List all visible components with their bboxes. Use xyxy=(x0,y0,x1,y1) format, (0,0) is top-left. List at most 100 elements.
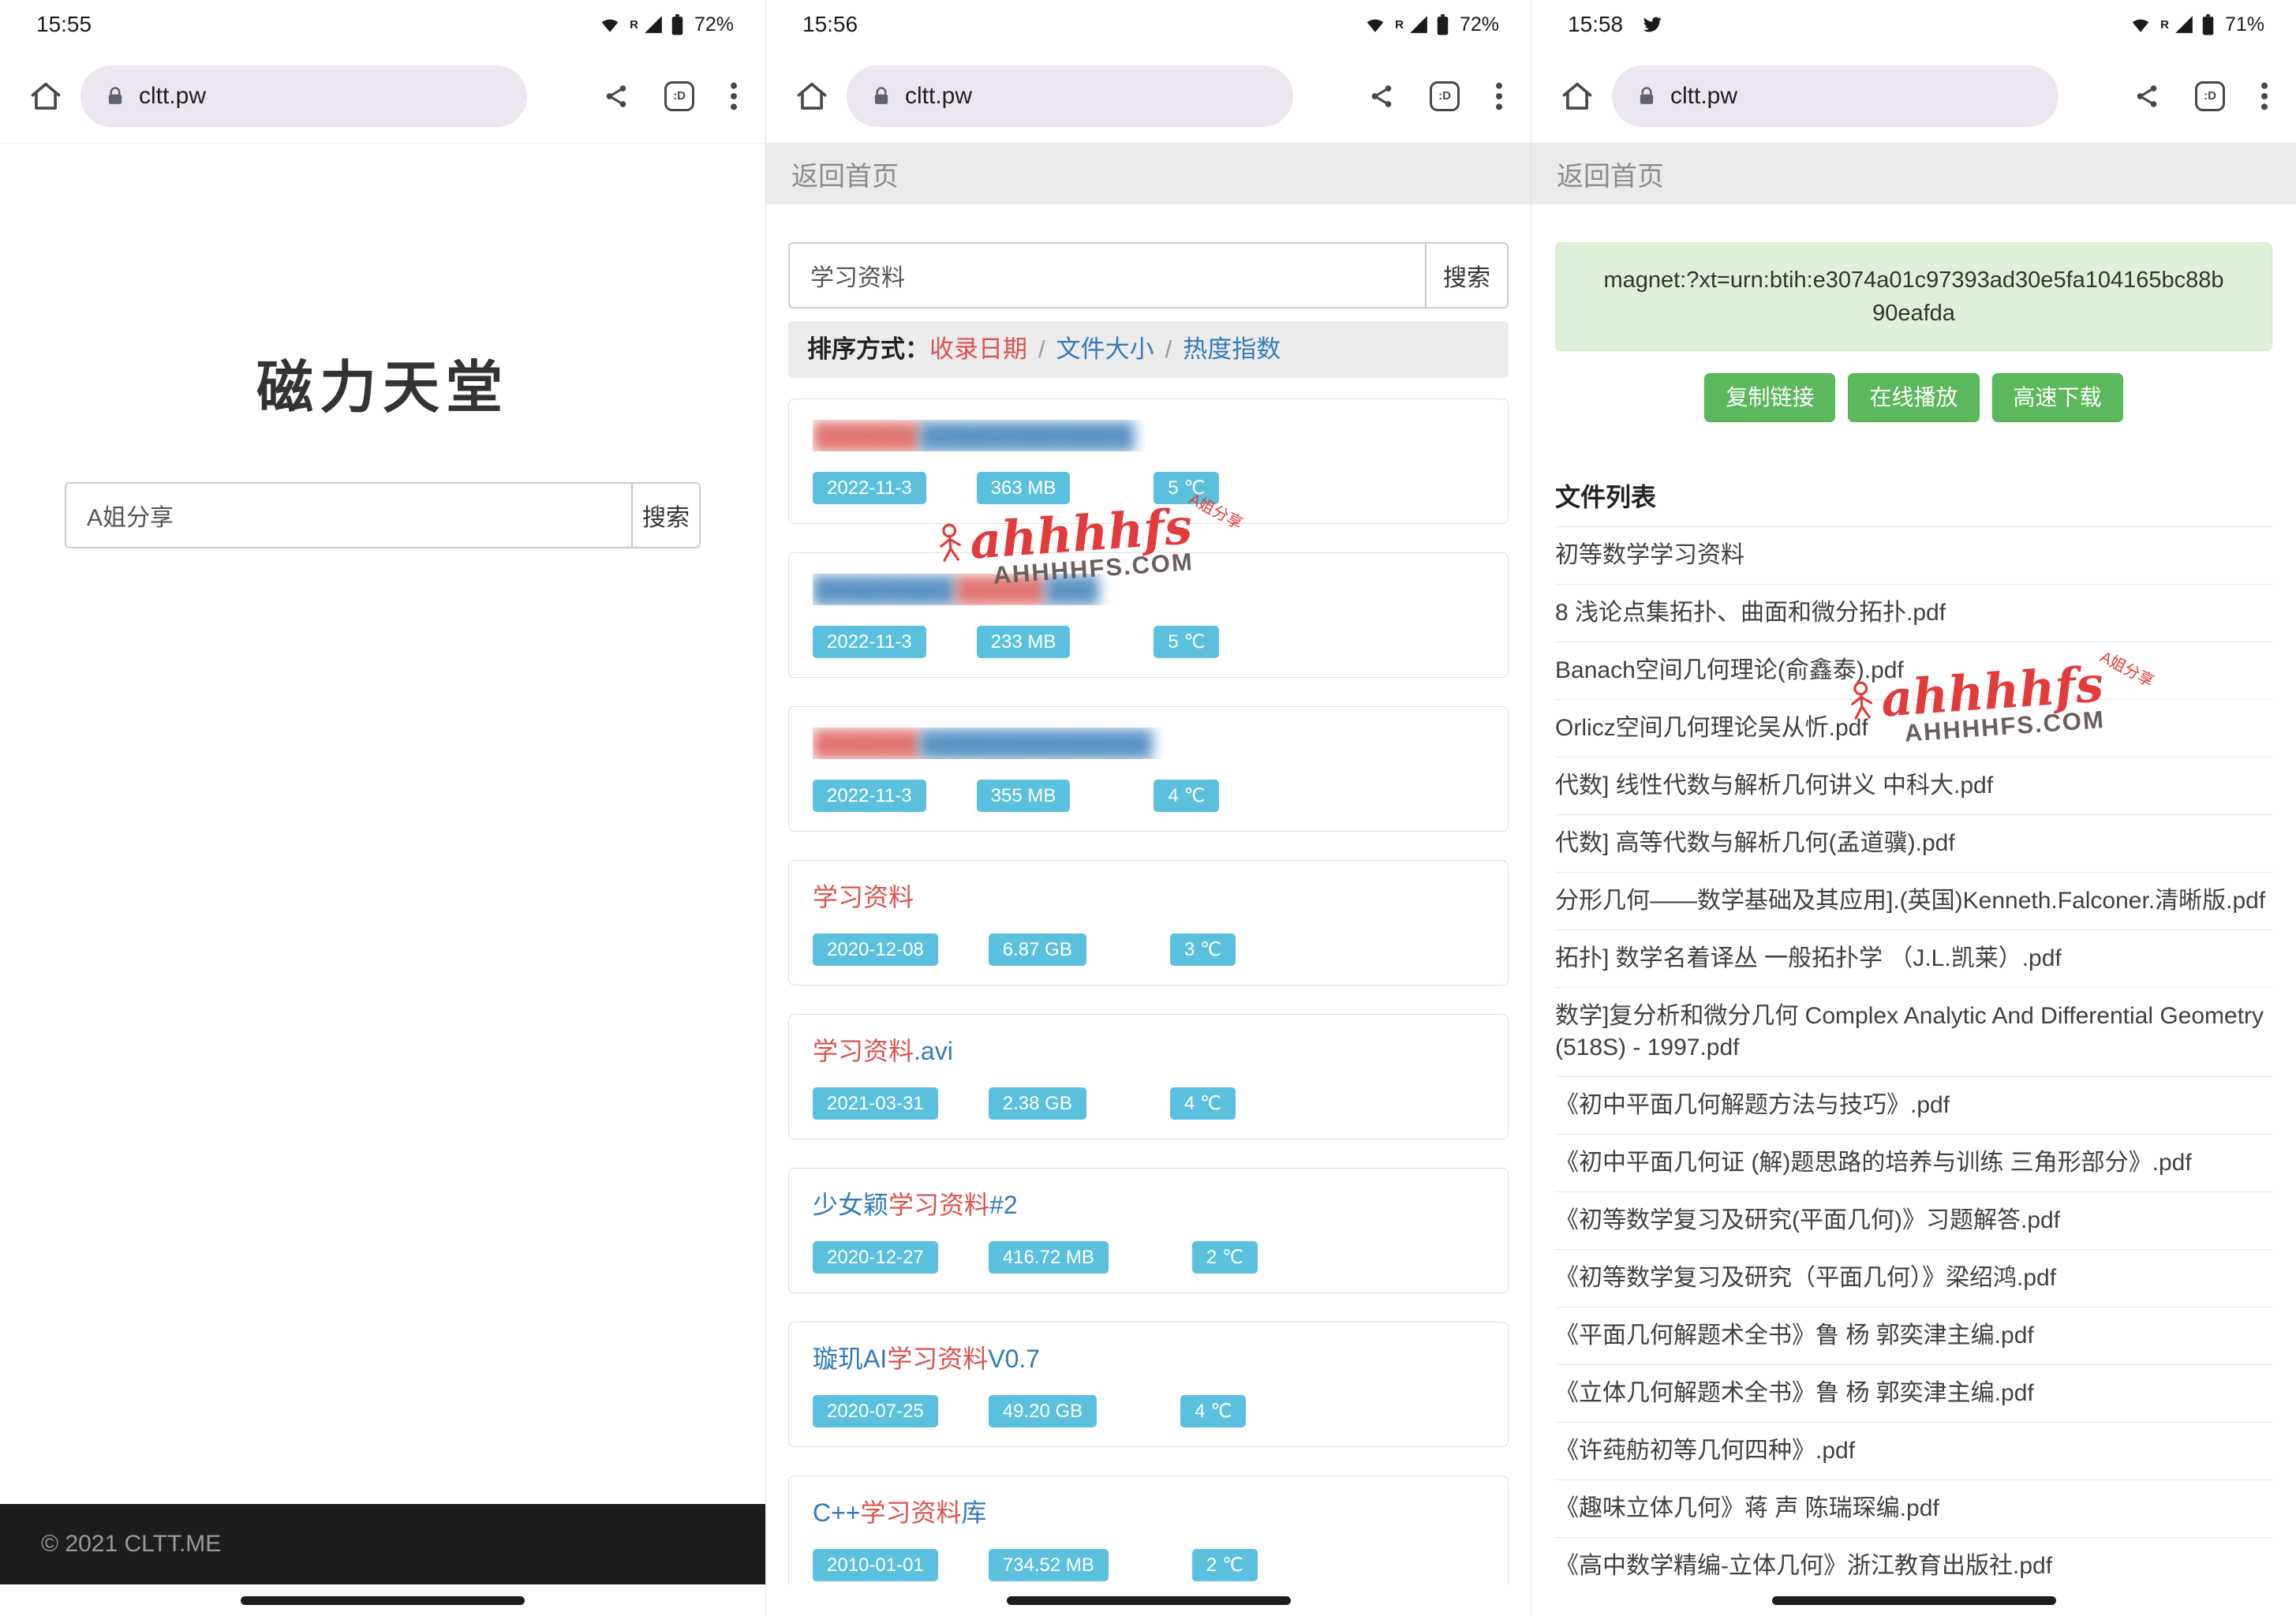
roaming-indicator: R xyxy=(2160,18,2169,32)
search-input[interactable] xyxy=(788,242,1425,309)
card-badges: 2022-11-3363 MB5 ℃ xyxy=(813,472,1484,504)
heat-badge: 5 ℃ xyxy=(1154,626,1219,658)
result-card[interactable]: ██████████████████ 2022-11-3363 MB5 ℃ xyxy=(788,398,1509,524)
result-card[interactable]: ████████████████2022-11-3233 MB5 ℃ xyxy=(788,552,1509,678)
result-card[interactable]: 学习资料.avi2021-03-312.38 GB4 ℃ xyxy=(788,1014,1509,1139)
home-icon xyxy=(28,79,63,114)
menu-icon xyxy=(729,80,739,112)
wifi-icon xyxy=(600,14,620,35)
tab-switcher-button[interactable]: :D xyxy=(2195,81,2225,111)
card-badges: 2020-12-27416.72 MB2 ℃ xyxy=(813,1241,1484,1274)
address-bar[interactable]: cltt.pw xyxy=(1612,65,2059,127)
result-title-link[interactable]: ██████████████████ xyxy=(813,420,1484,451)
search-button[interactable]: 搜索 xyxy=(631,482,701,548)
size-badge: 416.72 MB xyxy=(989,1241,1109,1274)
gesture-handle[interactable] xyxy=(1772,1596,2056,1605)
gesture-handle[interactable] xyxy=(241,1596,525,1605)
date-badge: 2021-03-31 xyxy=(813,1087,938,1120)
search-button[interactable]: 搜索 xyxy=(1425,242,1509,309)
share-button[interactable] xyxy=(2133,83,2160,110)
result-title-link[interactable]: 学习资料.avi xyxy=(813,1035,1484,1067)
lock-icon[interactable] xyxy=(1636,85,1658,107)
date-badge: 2022-11-3 xyxy=(813,780,926,812)
home-button[interactable] xyxy=(1555,74,1599,118)
result-card[interactable]: 璇玑AI学习资料V0.72020-07-2549.20 GB4 ℃ xyxy=(788,1322,1509,1447)
result-title-segment: ████████████ xyxy=(920,421,1135,450)
screen-results: 15:56 R 72% cltt.pw :D 返回首页 xyxy=(765,0,1531,1616)
result-title-segment: ████████ xyxy=(813,575,955,604)
address-bar[interactable]: cltt.pw xyxy=(80,65,527,127)
menu-button[interactable] xyxy=(1494,80,1504,112)
sort-option-2[interactable]: 文件大小 xyxy=(1056,334,1154,365)
action-buttons: 复制链接在线播放高速下载 xyxy=(1555,373,2272,422)
file-list-item: 《初等数学复习及研究（平面几何）》梁绍鸿.pdf xyxy=(1555,1249,2272,1307)
fast-download-button[interactable]: 高速下载 xyxy=(1992,373,2123,422)
lock-icon[interactable] xyxy=(870,85,892,107)
home-button[interactable] xyxy=(24,74,68,118)
result-title-segment: V0.7 xyxy=(988,1345,1040,1373)
date-badge: 2022-11-3 xyxy=(813,472,926,504)
heat-badge: 4 ℃ xyxy=(1180,1395,1246,1427)
result-title-link[interactable]: ███████████████████ xyxy=(813,728,1484,759)
file-list-item: Banach空间几何理论(俞鑫泰).pdf xyxy=(1555,642,2272,699)
result-card[interactable]: 少女颖学习资料#22020-12-27416.72 MB2 ℃ xyxy=(788,1168,1509,1293)
result-title-link[interactable]: 少女颖学习资料#2 xyxy=(813,1189,1484,1221)
roaming-indicator: R xyxy=(630,18,638,32)
sort-option-1[interactable]: 收录日期 xyxy=(929,334,1027,365)
result-title-link[interactable]: 学习资料 xyxy=(813,881,1484,913)
back-to-home-link[interactable]: 返回首页 xyxy=(1557,155,1664,193)
result-title-segment: 少女颖 xyxy=(813,1191,888,1219)
sort-separator: / xyxy=(1165,334,1172,365)
url-text: cltt.pw xyxy=(139,83,206,110)
sort-option-3[interactable]: 热度指数 xyxy=(1183,334,1281,365)
lock-icon[interactable] xyxy=(104,85,126,107)
battery-percent: 72% xyxy=(1460,13,1499,36)
heat-badge: 2 ℃ xyxy=(1192,1549,1258,1581)
result-title-segment: 学习资料 xyxy=(813,883,914,911)
heat-badge: 2 ℃ xyxy=(1192,1241,1258,1274)
gesture-handle[interactable] xyxy=(1007,1596,1291,1605)
share-icon xyxy=(1368,83,1395,110)
share-button[interactable] xyxy=(1368,83,1395,110)
result-title-link[interactable]: C++学习资料库 xyxy=(813,1497,1484,1528)
address-bar[interactable]: cltt.pw xyxy=(847,65,1293,127)
size-badge: 49.20 GB xyxy=(989,1395,1097,1427)
status-bar: 15:55 R 72% xyxy=(0,0,765,49)
file-list-title: 文件列表 xyxy=(1555,477,2272,526)
cell-signal-icon xyxy=(1408,14,1429,35)
file-list-item: 代数] 高等代数与解析几何(孟道骥).pdf xyxy=(1555,814,2272,872)
result-title-link[interactable]: ████████████████ xyxy=(813,574,1484,605)
sort-separator: / xyxy=(1038,334,1045,365)
result-title-link[interactable]: 璇玑AI学习资料V0.7 xyxy=(813,1343,1484,1375)
menu-button[interactable] xyxy=(729,80,739,112)
battery-percent: 72% xyxy=(694,13,734,36)
search-input[interactable] xyxy=(65,482,631,548)
home-search-form: 搜索 xyxy=(65,482,701,548)
result-title-segment: 学习资料 xyxy=(887,1345,988,1373)
home-button[interactable] xyxy=(790,74,834,118)
results-search-form: 搜索 xyxy=(788,242,1509,309)
result-card[interactable]: 学习资料2020-12-086.87 GB3 ℃ xyxy=(788,860,1509,986)
page-header: 返回首页 xyxy=(766,144,1531,204)
result-title-segment: C++ xyxy=(813,1498,860,1527)
play-online-button[interactable]: 在线播放 xyxy=(1848,373,1979,422)
system-nav-bar xyxy=(766,1584,1531,1616)
magnet-link-box: magnet:?xt=urn:btih:e3074a01c97393ad30e5… xyxy=(1555,242,2272,351)
result-card[interactable]: C++学习资料库2010-01-01734.52 MB2 ℃ xyxy=(788,1476,1509,1601)
tab-switcher-button[interactable]: :D xyxy=(664,81,694,111)
battery-icon xyxy=(671,14,683,36)
browser-toolbar: cltt.pw :D xyxy=(1531,49,2296,144)
copy-link-button[interactable]: 复制链接 xyxy=(1704,373,1835,422)
file-list-item: 拓扑] 数学名着译丛 一般拓扑学 （J.L.凯莱）.pdf xyxy=(1555,930,2272,987)
card-badges: 2022-11-3355 MB4 ℃ xyxy=(813,780,1484,812)
result-title-segment: 库 xyxy=(962,1498,987,1527)
menu-button[interactable] xyxy=(2260,80,2269,112)
result-title-segment: █████ xyxy=(955,575,1045,604)
result-title-segment: ██████ xyxy=(813,729,920,758)
share-button[interactable] xyxy=(603,83,630,110)
result-card[interactable]: ███████████████████ 2022-11-3355 MB4 ℃ xyxy=(788,706,1509,832)
back-to-home-link[interactable]: 返回首页 xyxy=(791,155,899,193)
tab-switcher-button[interactable]: :D xyxy=(1430,81,1460,111)
wifi-icon xyxy=(2130,14,2151,35)
date-badge: 2022-11-3 xyxy=(813,626,926,658)
